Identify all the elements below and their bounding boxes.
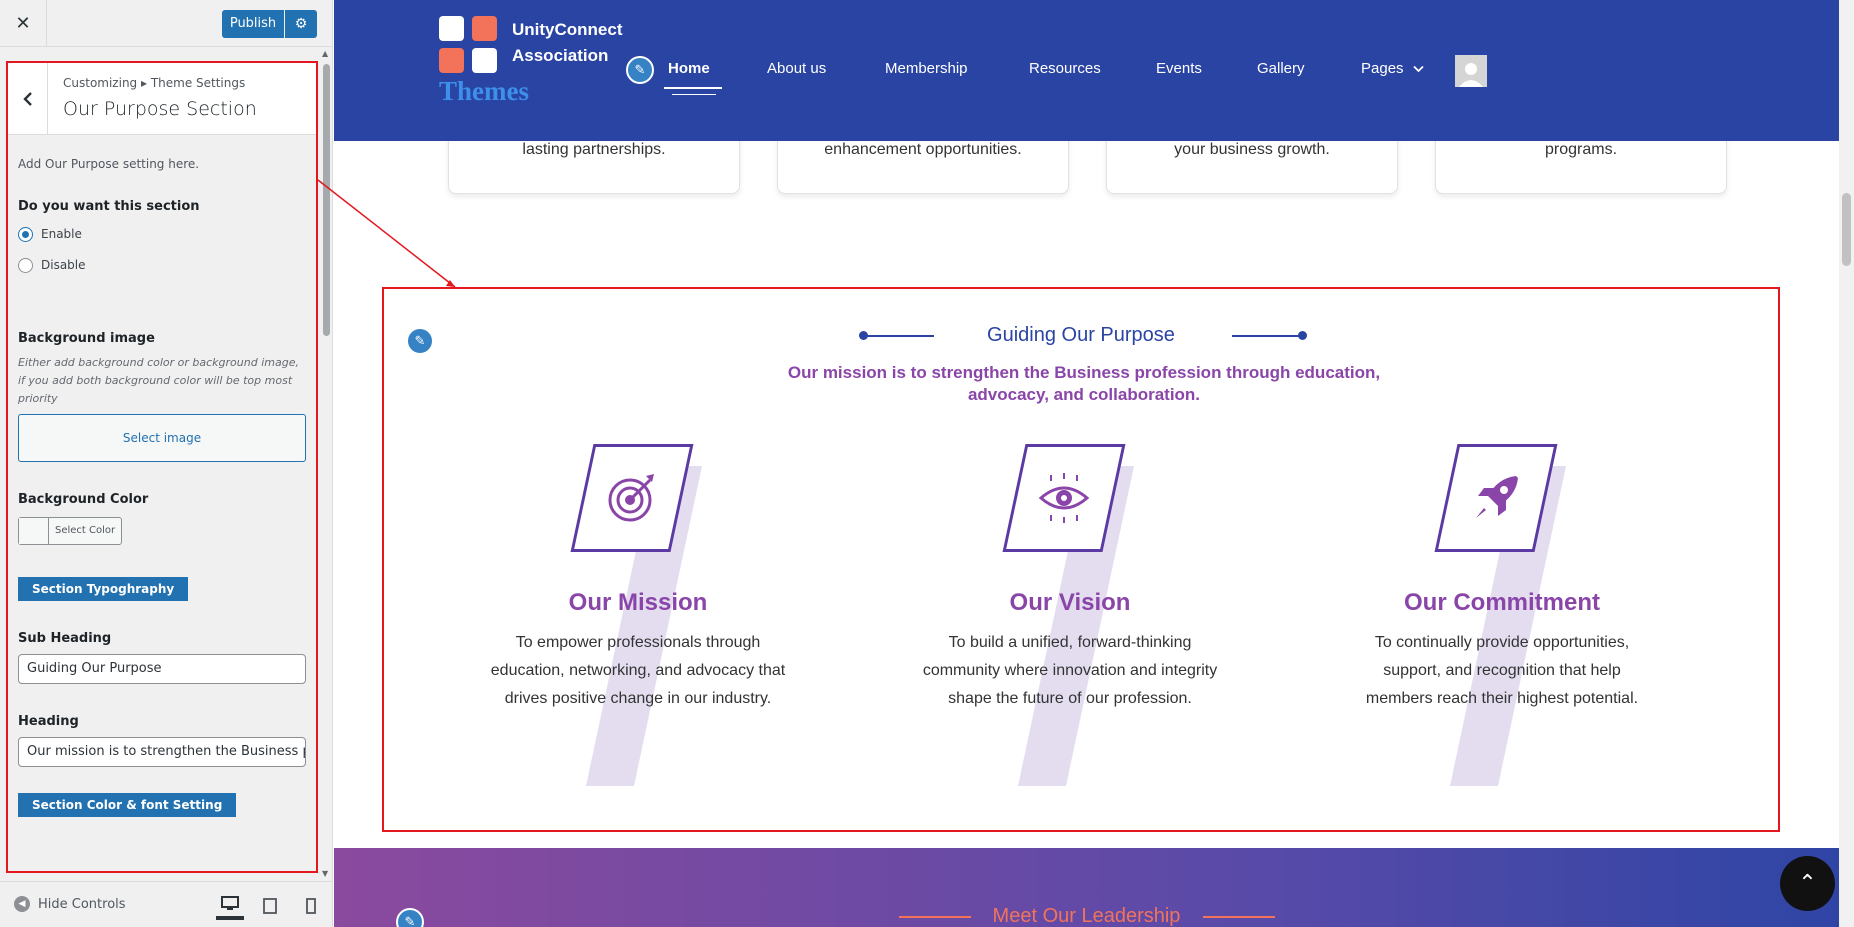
radio-unchecked-icon [18, 257, 33, 273]
customizer-topbar: ✕ Publish ⚙ [0, 0, 332, 47]
themes-text: Themes [439, 76, 529, 106]
breadcrumb: Customizing ▸ Theme Settings [63, 76, 246, 90]
disable-label: Disable [41, 258, 86, 272]
chevron-down-icon [1413, 65, 1424, 73]
nav-resources[interactable]: Resources [1029, 60, 1101, 77]
preview-scrollbar[interactable] [1839, 0, 1854, 927]
nav-active-underline [664, 87, 722, 89]
section-color-font-button[interactable]: Section Color & font Setting [18, 793, 237, 817]
enable-radio[interactable]: Enable [18, 226, 306, 242]
select-image-button[interactable]: Select image [18, 414, 306, 462]
sub-heading-label: Sub Heading [18, 631, 112, 646]
nav-gallery[interactable]: Gallery [1257, 60, 1305, 77]
leadership-title: Meet Our Leadership [992, 905, 1181, 927]
section-panel: Customizing ▸ Theme Settings Our Purpose… [6, 61, 318, 873]
purpose-section[interactable]: ✎ Guiding Our Purpose Our mission is to … [382, 287, 1780, 832]
double-chevron-up-icon: ⌃ [1798, 871, 1817, 896]
preview-scrollbar-thumb[interactable] [1842, 193, 1851, 266]
bg-color-label: Background Color [18, 492, 149, 507]
purpose-column-commitment: Our Commitment To continually provide op… [1342, 444, 1662, 804]
bg-image-label: Background image [18, 331, 155, 346]
purpose-column-mission: Our Mission To empower professionals thr… [478, 444, 798, 804]
purpose-heading: Our mission is to strengthen the Busines… [787, 363, 1381, 404]
user-avatar[interactable] [1455, 55, 1487, 87]
hide-controls-label: Hide Controls [38, 896, 126, 912]
close-customizer-button[interactable]: ✕ [0, 0, 47, 47]
site-preview: UnityConnect Association Themes ✎ Home A… [334, 0, 1854, 927]
column-text: To empower professionals through educati… [490, 634, 786, 707]
section-panel-header: Customizing ▸ Theme Settings Our Purpose… [8, 63, 316, 135]
hide-controls-button[interactable]: ◀ Hide Controls [14, 896, 126, 912]
scroll-to-top-button[interactable]: ⌃ [1780, 856, 1835, 911]
publish-button[interactable]: Publish [222, 10, 284, 38]
logo-square [472, 16, 497, 41]
nav-active-underline [672, 94, 716, 95]
mobile-preview-button[interactable] [297, 892, 325, 920]
mobile-icon [306, 898, 316, 914]
nav-pages-label: Pages [1361, 60, 1404, 77]
leadership-section: ✎ Meet Our Leadership [334, 848, 1839, 927]
radio-checked-icon [18, 226, 33, 242]
publish-settings-button[interactable]: ⚙ [285, 10, 317, 38]
heading-label: Heading [18, 714, 79, 729]
panel-description: Add Our Purpose setting here. [18, 157, 200, 171]
purpose-sub-heading: Guiding Our Purpose [987, 324, 1175, 346]
rocket-icon [1446, 444, 1546, 552]
enable-label: Enable [41, 227, 82, 241]
card-text: enhancement opportunities. [824, 141, 1022, 158]
customizer-sidebar: ✕ Publish ⚙ Customizing ▸ Theme Settings… [0, 0, 333, 927]
nav-events[interactable]: Events [1156, 60, 1202, 77]
pencil-icon: ✎ [634, 62, 646, 78]
nav-pages[interactable]: Pages [1361, 60, 1424, 77]
purpose-column-vision: Our Vision To build a unified, forward-t… [910, 444, 1230, 804]
eye-icon [1014, 444, 1114, 552]
panel-scrollbar[interactable]: ▲ ▼ [320, 47, 332, 880]
disable-radio[interactable]: Disable [18, 257, 306, 273]
customizer-footer: ◀ Hide Controls [0, 881, 332, 927]
nav-about[interactable]: About us [767, 60, 826, 77]
tablet-preview-button[interactable] [256, 892, 284, 920]
collapse-icon: ◀ [14, 896, 30, 912]
section-panel-body: Add Our Purpose setting here. Do you wan… [8, 157, 316, 817]
column-text: To continually provide opportunities, su… [1365, 634, 1639, 707]
nav-home[interactable]: Home [668, 60, 710, 77]
card-text: lasting partnerships. [522, 141, 666, 158]
scroll-down-arrow-icon[interactable]: ▼ [322, 869, 328, 878]
logo-square [439, 48, 464, 73]
site-logo-line2[interactable]: Association [512, 46, 608, 66]
target-icon [582, 444, 682, 552]
back-button[interactable] [8, 63, 48, 134]
panel-title: Our Purpose Section [63, 98, 257, 120]
chevron-left-icon [22, 91, 32, 106]
logo-square [439, 16, 464, 41]
desktop-preview-button[interactable] [216, 892, 244, 920]
card-text: your business growth. [1174, 141, 1330, 158]
site-logo-line1[interactable]: UnityConnect [512, 20, 623, 40]
gear-icon: ⚙ [294, 16, 308, 32]
user-icon [1459, 63, 1483, 87]
tablet-icon [263, 898, 277, 914]
column-title: Our Vision [1009, 589, 1131, 616]
panel-scrollbar-thumb[interactable] [323, 64, 330, 336]
color-picker-button[interactable]: Select Color [18, 517, 123, 545]
section-toggle-label: Do you want this section [18, 199, 200, 214]
card-text: programs. [1544, 141, 1618, 158]
edit-shortcut-nav[interactable]: ✎ [626, 56, 654, 84]
bg-image-note: Either add background color or backgroun… [18, 356, 299, 405]
column-title: Our Commitment [1403, 589, 1600, 616]
section-typography-button[interactable]: Section Typoghraphy [18, 577, 189, 601]
column-title: Our Mission [568, 589, 708, 616]
select-color-label: Select Color [55, 525, 116, 536]
desktop-icon [221, 896, 239, 910]
color-swatch [19, 518, 49, 544]
sub-heading-input[interactable]: Guiding Our Purpose [18, 654, 306, 684]
nav-membership[interactable]: Membership [885, 60, 968, 77]
scroll-up-arrow-icon[interactable]: ▲ [322, 49, 328, 58]
site-header: UnityConnect Association Themes ✎ Home A… [334, 0, 1839, 141]
heading-input[interactable]: Our mission is to strengthen the Busines… [18, 737, 306, 767]
close-icon: ✕ [15, 13, 31, 34]
logo-square [472, 48, 497, 73]
column-text: To build a unified, forward-thinking com… [922, 634, 1218, 707]
